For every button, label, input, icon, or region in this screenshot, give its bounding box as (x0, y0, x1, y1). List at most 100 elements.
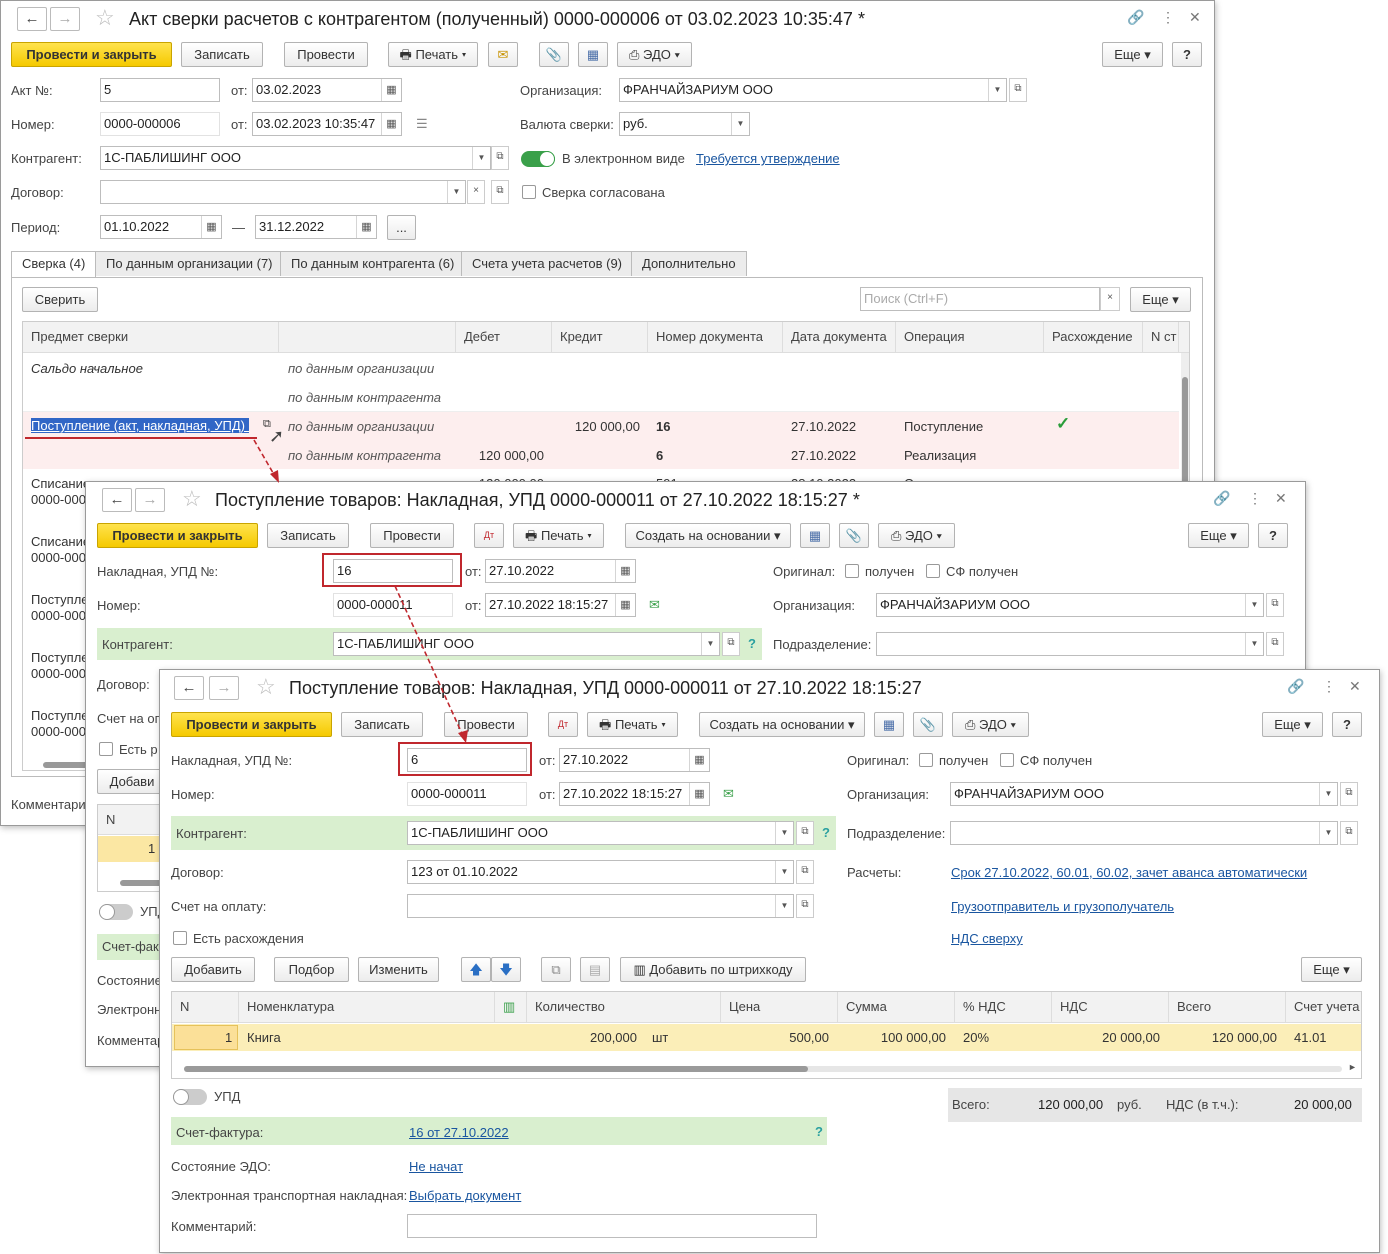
invoice-number-field[interactable]: 16 (333, 559, 453, 583)
link-icon[interactable]: 🔗 (1213, 490, 1230, 507)
act-number-field[interactable]: 5 (100, 78, 220, 102)
structure-icon[interactable]: ▦ (874, 712, 904, 737)
add-button[interactable]: Добави (97, 769, 167, 794)
upd-toggle[interactable] (173, 1089, 207, 1105)
structure-icon[interactable]: ▦ (800, 523, 830, 548)
close-icon[interactable]: ✕ (1349, 678, 1361, 695)
settlements-link[interactable]: Срок 27.10.2022, 60.01, 60.02, зачет ава… (951, 865, 1307, 880)
calendar-icon[interactable]: ▦ (689, 783, 709, 805)
chevron-down-icon[interactable]: ▼ (472, 147, 490, 169)
tab-additional[interactable]: Дополнительно (631, 251, 747, 276)
open-icon[interactable]: ⧉ (796, 860, 814, 884)
organization-field[interactable]: ФРАНЧАЙЗАРИУМ ООО ▼ (619, 78, 1007, 102)
menu-icon[interactable]: ⋮ (1248, 490, 1262, 507)
print-button[interactable]: 🖶 Печать ▾ (513, 523, 604, 548)
price-cell[interactable]: 500,00 (721, 1030, 829, 1045)
organization-field[interactable]: ФРАНЧАЙЗАРИУМ ООО ▼ (876, 593, 1264, 617)
act-date-field[interactable]: 03.02.2023 ▦ (252, 78, 402, 102)
open-icon[interactable]: ⧉ (796, 821, 814, 845)
menu-icon[interactable]: ⋮ (1322, 678, 1336, 695)
change-button[interactable]: Изменить (358, 957, 439, 982)
chevron-down-icon[interactable]: ▼ (775, 895, 793, 917)
counterparty-field[interactable]: 1С-ПАБЛИШИНГ ООО ▼ (333, 632, 720, 656)
sum-cell[interactable]: 100 000,00 (838, 1030, 946, 1045)
payment-invoice-field[interactable]: ▼ (407, 894, 794, 918)
counterparty-field[interactable]: 1С-ПАБЛИШИНГ ООО ▼ (100, 146, 491, 170)
write-off-cell[interactable]: Списание (31, 534, 90, 549)
period-select-button[interactable]: ... (387, 215, 416, 240)
help-icon[interactable]: ? (748, 636, 756, 651)
back-button[interactable]: ← (174, 676, 204, 700)
qty-cell[interactable]: 200,000 (527, 1030, 637, 1045)
item-cell[interactable]: Книга (247, 1030, 281, 1045)
chevron-down-icon[interactable]: ▼ (701, 633, 719, 655)
more-button[interactable]: Еще ▾ (1102, 42, 1163, 67)
receipt-cell[interactable]: Поступле (31, 708, 89, 723)
favorite-star-icon[interactable]: ☆ (95, 5, 115, 31)
number-date-field[interactable]: 03.02.2023 10:35:47 ▦ (252, 112, 402, 136)
post-button[interactable]: Провести (284, 42, 368, 67)
tab-accounts[interactable]: Счета учета расчетов (9) (461, 251, 634, 276)
favorite-star-icon[interactable]: ☆ (256, 674, 276, 700)
tab-reconciliation[interactable]: Сверка (4) (11, 251, 97, 278)
receipt-cell[interactable]: Поступле (31, 592, 89, 607)
copy-icon[interactable]: ⧉ (541, 957, 571, 982)
post-and-close-button[interactable]: Провести и закрыть (97, 523, 258, 548)
vat-cell[interactable]: 20 000,00 (1052, 1030, 1160, 1045)
link-icon[interactable]: 🔗 (1127, 9, 1144, 26)
original-received-checkbox[interactable] (845, 564, 859, 578)
favorite-star-icon[interactable]: ☆ (182, 486, 202, 512)
contract-field[interactable]: 123 от 01.10.2022 ▼ (407, 860, 794, 884)
comment-field[interactable] (407, 1214, 817, 1238)
calendar-icon[interactable]: ▦ (381, 113, 401, 135)
invoice-date-field[interactable]: 27.10.2022 ▦ (485, 559, 636, 583)
pick-button[interactable]: Подбор (274, 957, 349, 982)
open-icon[interactable]: ⧉ (1266, 593, 1284, 617)
chevron-down-icon[interactable]: ▼ (1319, 822, 1337, 844)
edo-status-icon[interactable]: ✉ (649, 597, 660, 613)
division-field[interactable]: ▼ (950, 821, 1338, 845)
print-button[interactable]: 🖶 Печать ▾ (388, 42, 478, 67)
chevron-down-icon[interactable]: ▼ (447, 181, 465, 203)
edo-button[interactable]: ⎙ ЭДО ▾ (617, 42, 692, 67)
etn-link[interactable]: Выбрать документ (409, 1188, 521, 1203)
link-icon[interactable]: 🔗 (1287, 678, 1304, 695)
currency-field[interactable]: руб. ▼ (619, 112, 750, 136)
post-button[interactable]: Провести (444, 712, 528, 737)
back-button[interactable]: ← (17, 7, 47, 31)
organization-field[interactable]: ФРАНЧАЙЗАРИУМ ООО ▼ (950, 782, 1338, 806)
receipt-cell[interactable]: Поступле (31, 650, 89, 665)
period-to-field[interactable]: 31.12.2022 ▦ (255, 215, 377, 239)
calendar-icon[interactable]: ▦ (201, 216, 221, 238)
barcode-button[interactable]: ▥ Добавить по штрихкоду (620, 957, 806, 982)
approval-link[interactable]: Требуется утверждение (696, 151, 840, 166)
chevron-down-icon[interactable]: ▼ (1245, 594, 1263, 616)
vat-rate-cell[interactable]: 20% (963, 1030, 989, 1045)
add-button[interactable]: Добавить (171, 957, 255, 982)
more-button[interactable]: Еще ▾ (1262, 712, 1323, 737)
forward-button[interactable]: → (209, 676, 239, 700)
table-more-button[interactable]: Еще ▾ (1130, 287, 1191, 312)
number-field[interactable]: 0000-000011 (407, 782, 527, 806)
number-date-field[interactable]: 27.10.2022 18:15:27 ▦ (485, 593, 636, 617)
vat-link[interactable]: НДС сверху (951, 931, 1023, 946)
attach-icon[interactable]: 📎 (539, 42, 569, 67)
move-up-icon[interactable]: 🡅 (461, 957, 491, 982)
agreed-checkbox[interactable] (522, 185, 536, 199)
upd-toggle[interactable] (99, 904, 133, 920)
invoice-number-field[interactable]: 6 (407, 748, 527, 772)
open-icon[interactable]: ⧉ (1340, 782, 1358, 806)
post-and-close-button[interactable]: Провести и закрыть (171, 712, 332, 737)
division-field[interactable]: ▼ (876, 632, 1264, 656)
clear-icon[interactable]: × (467, 180, 485, 204)
open-icon[interactable]: ⧉ (722, 632, 740, 656)
paste-icon[interactable]: ▤ (580, 957, 610, 982)
create-based-button[interactable]: Создать на основании ▾ (625, 523, 791, 548)
save-button[interactable]: Записать (267, 523, 349, 548)
receipt-subject-cell[interactable]: Поступление (акт, накладная, УПД) ( (31, 418, 249, 433)
help-button[interactable]: ? (1172, 42, 1202, 67)
chevron-down-icon[interactable]: ▼ (1245, 633, 1263, 655)
counterparty-field[interactable]: 1С-ПАБЛИШИНГ ООО ▼ (407, 821, 794, 845)
edo-state-link[interactable]: Не начат (409, 1159, 463, 1174)
calendar-icon[interactable]: ▦ (689, 749, 709, 771)
